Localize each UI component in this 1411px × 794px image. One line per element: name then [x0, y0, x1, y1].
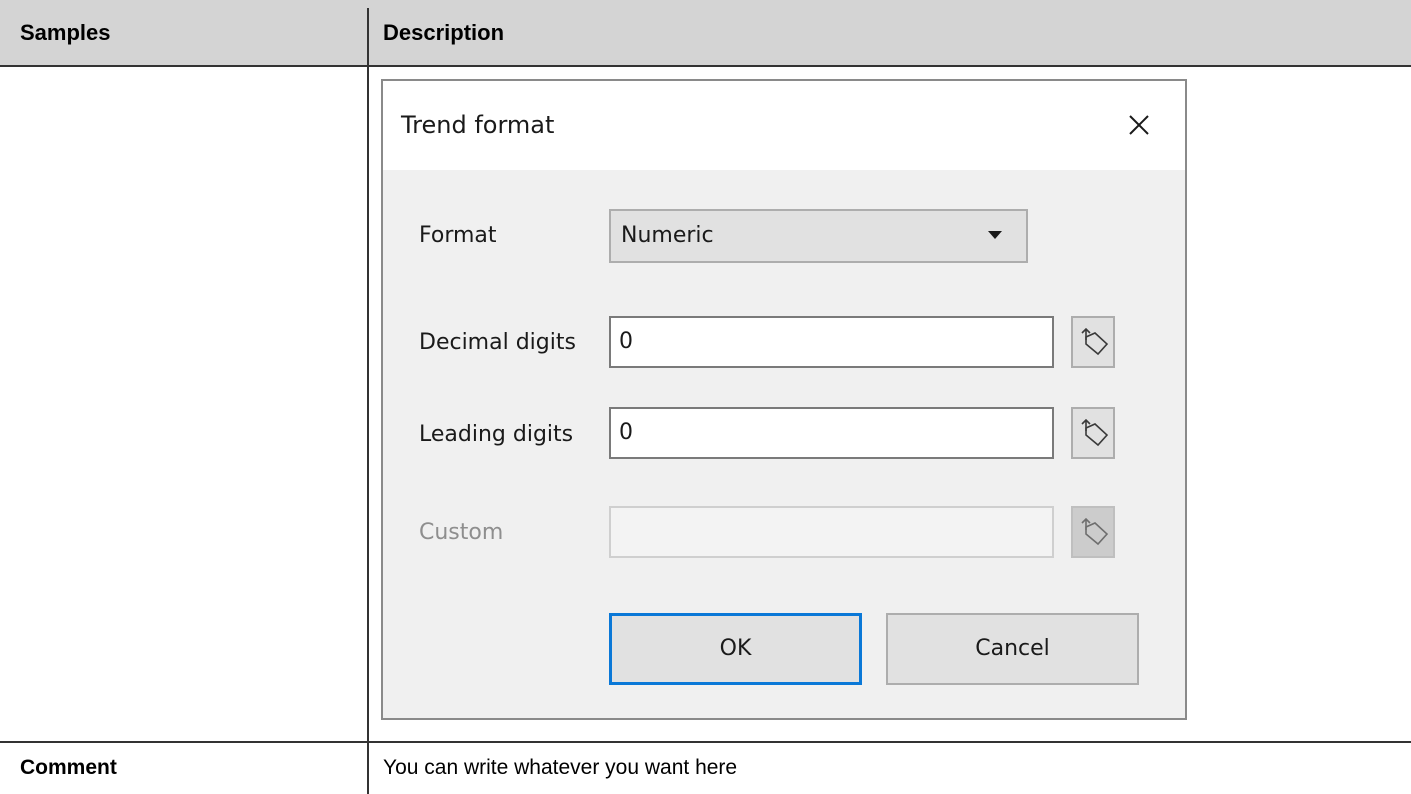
tag-icon — [1081, 419, 1109, 447]
header-description: Description — [383, 20, 505, 45]
header-samples: Samples — [20, 20, 111, 45]
leading-digits-input[interactable]: 0 — [609, 407, 1054, 459]
tag-icon — [1081, 328, 1109, 356]
comment-label: Comment — [20, 756, 117, 779]
format-label: Format — [419, 223, 497, 248]
custom-label: Custom — [419, 520, 504, 545]
leading-digits-label: Leading digits — [419, 422, 574, 447]
comment-text: You can write whatever you want here — [383, 756, 738, 779]
tag-icon — [1081, 518, 1109, 546]
row-divider-bottom — [0, 741, 1411, 743]
chevron-down-icon — [988, 231, 1002, 239]
dialog-titlebar: Trend format — [383, 81, 1185, 170]
cancel-button[interactable]: Cancel — [886, 613, 1139, 685]
decimal-digits-label: Decimal digits — [419, 330, 576, 355]
format-select[interactable]: Numeric — [609, 209, 1028, 263]
table-header-row: Samples Description — [0, 0, 1411, 65]
row-divider-top — [0, 65, 1411, 67]
trend-format-dialog: Trend format Format Numeric Decimal digi… — [381, 79, 1187, 720]
close-button[interactable] — [1117, 103, 1161, 147]
leading-digits-tag-button[interactable] — [1071, 407, 1115, 459]
custom-input — [609, 506, 1054, 558]
decimal-digits-tag-button[interactable] — [1071, 316, 1115, 368]
close-icon — [1129, 115, 1149, 135]
dialog-title: Trend format — [401, 111, 555, 139]
column-divider — [367, 8, 369, 794]
ok-button[interactable]: OK — [609, 613, 862, 685]
decimal-digits-input[interactable]: 0 — [609, 316, 1054, 368]
custom-tag-button — [1071, 506, 1115, 558]
format-select-value: Numeric — [621, 223, 714, 248]
